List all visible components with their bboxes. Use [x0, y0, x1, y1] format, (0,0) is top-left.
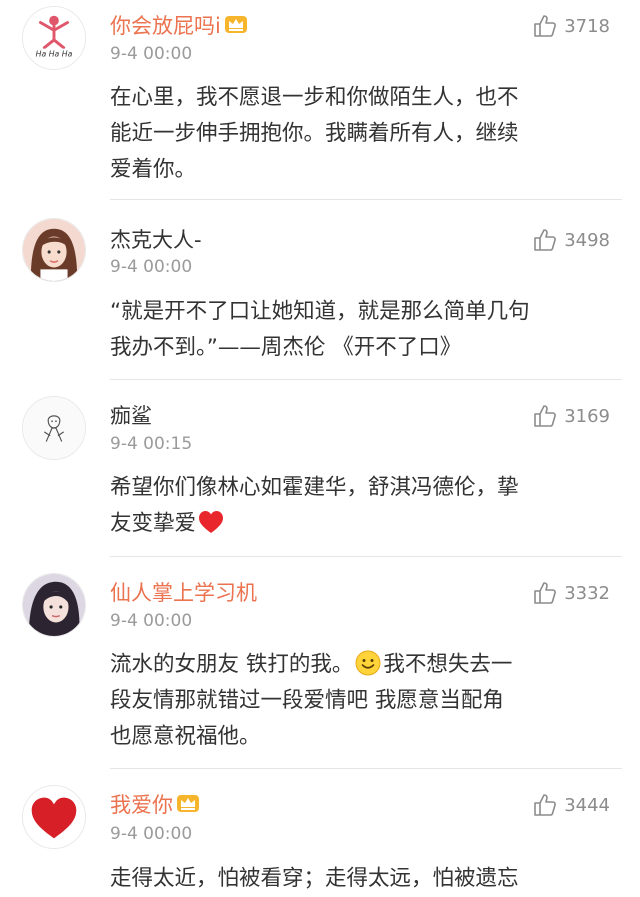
- user-avatar[interactable]: [22, 785, 86, 849]
- hahaha-figure-icon: Ha Ha Ha: [23, 7, 85, 69]
- username[interactable]: 杰克大人-: [110, 226, 202, 254]
- comment-content: 在心里，我不愿退一步和你做陌生人，也不 能近一步伸手拥抱你。我瞒着所有人，继续 …: [110, 80, 610, 188]
- username-text[interactable]: 仙人掌上学习机: [110, 581, 257, 605]
- comment-line: 在心里，我不愿退一步和你做陌生人，也不: [110, 85, 519, 110]
- like-button[interactable]: 3498: [532, 226, 610, 254]
- comment-time: 9-4 00:00: [110, 44, 193, 64]
- username[interactable]: 仙人掌上学习机: [110, 579, 257, 607]
- girl-photo-icon: [23, 219, 85, 281]
- comment-line: 希望你们像林心如霍建华，舒淇冯德伦，挚: [110, 475, 519, 500]
- comment-time: 9-4 00:15: [110, 434, 193, 454]
- comment-time: 9-4 00:00: [110, 257, 193, 277]
- like-count: 3444: [564, 794, 610, 816]
- comment-content: “就是开不了口让她知道，就是那么简单几句 我办不到。”——周杰伦 《开不了口》: [110, 294, 610, 366]
- crown-badge-icon: [177, 795, 199, 812]
- comment-line: 段友情那就错过一段爱情吧 我愿意当配角: [110, 688, 504, 713]
- user-avatar[interactable]: [22, 396, 86, 460]
- username-text[interactable]: 杰克大人-: [110, 228, 202, 252]
- red-heart-emoji-icon: [199, 511, 224, 533]
- username-text[interactable]: 痂鲨: [110, 404, 152, 428]
- crown-badge-icon: [224, 16, 247, 33]
- user-avatar[interactable]: Ha Ha Ha: [22, 6, 86, 70]
- red-heart-avatar-icon: [23, 786, 85, 848]
- like-count: 3332: [564, 582, 610, 604]
- comment-line: 我办不到。”——周杰伦 《开不了口》: [110, 335, 462, 360]
- comment-item: 杰克大人- 9-4 00:00 3498 “就是开不了口让她知道，就是那么简单几…: [0, 200, 640, 380]
- thumbs-up-icon: [534, 15, 557, 37]
- comment-line: 能近一步伸手拥抱你。我瞒着所有人，继续: [110, 121, 519, 146]
- like-button[interactable]: 3444: [532, 791, 610, 819]
- thumbs-up-icon: [534, 794, 557, 816]
- comment-line: 也愿意祝福他。: [110, 724, 261, 749]
- comment-line-text: 我不想失去一: [383, 652, 513, 677]
- comment-item: 痂鲨 9-4 00:15 3169 希望你们像林心如霍建华，舒淇冯德伦，挚 友变…: [0, 380, 640, 557]
- comment-time: 9-4 00:00: [110, 611, 193, 631]
- comment-item: 仙人掌上学习机 9-4 00:00 3332 流水的女朋友 铁打的我。 我不想失…: [0, 557, 640, 769]
- girl-portrait-icon: [23, 574, 85, 636]
- comment-line-text: 友变挚爱: [110, 511, 197, 536]
- comment-item: 我爱你 9-4 00:00 3444 走得太近，怕被看穿；走得太远，怕被遗忘: [0, 769, 640, 897]
- comment-line: 走得太近，怕被看穿；走得太远，怕被遗忘: [110, 866, 519, 891]
- thumbs-up-icon: [534, 229, 557, 251]
- comment-content: 流水的女朋友 铁打的我。 我不想失去一 段友情那就错过一段爱情吧 我愿意当配角 …: [110, 647, 610, 755]
- comment-line-with-emoji: 友变挚爱: [110, 506, 610, 542]
- comment-line: “就是开不了口让她知道，就是那么简单几句: [110, 299, 530, 324]
- comment-content: 希望你们像林心如霍建华，舒淇冯德伦，挚 友变挚爱: [110, 470, 610, 542]
- thumbs-up-icon: [534, 405, 557, 427]
- comment-line-with-emoji: 流水的女朋友 铁打的我。 我不想失去一: [110, 647, 610, 683]
- username-text[interactable]: 你会放屁吗i: [110, 14, 221, 38]
- user-avatar[interactable]: [22, 573, 86, 637]
- like-button[interactable]: 3169: [532, 402, 610, 430]
- like-count: 3718: [564, 15, 610, 37]
- comment-line-text: 流水的女朋友 铁打的我。: [110, 652, 354, 677]
- like-button[interactable]: 3718: [532, 12, 610, 40]
- sketch-figure-icon: [23, 397, 85, 459]
- thumbs-up-icon: [534, 582, 557, 604]
- avatar-caption: Ha Ha Ha: [36, 49, 73, 58]
- like-count: 3169: [564, 405, 610, 427]
- user-avatar[interactable]: [22, 218, 86, 282]
- comment-content: 走得太近，怕被看穿；走得太远，怕被遗忘: [110, 861, 610, 897]
- comment-time: 9-4 00:00: [110, 824, 193, 844]
- smile-emoji-icon: [355, 650, 381, 676]
- username[interactable]: 我爱你: [110, 791, 200, 819]
- comment-line: 爱着你。: [110, 157, 197, 182]
- username[interactable]: 你会放屁吗i: [110, 12, 248, 40]
- like-count: 3498: [564, 229, 610, 251]
- comment-item: Ha Ha Ha 你会放屁吗i 9-4 00:00 3718 在心里，我不愿退一…: [0, 0, 640, 200]
- like-button[interactable]: 3332: [532, 579, 610, 607]
- username[interactable]: 痂鲨: [110, 402, 152, 430]
- username-text[interactable]: 我爱你: [110, 793, 173, 817]
